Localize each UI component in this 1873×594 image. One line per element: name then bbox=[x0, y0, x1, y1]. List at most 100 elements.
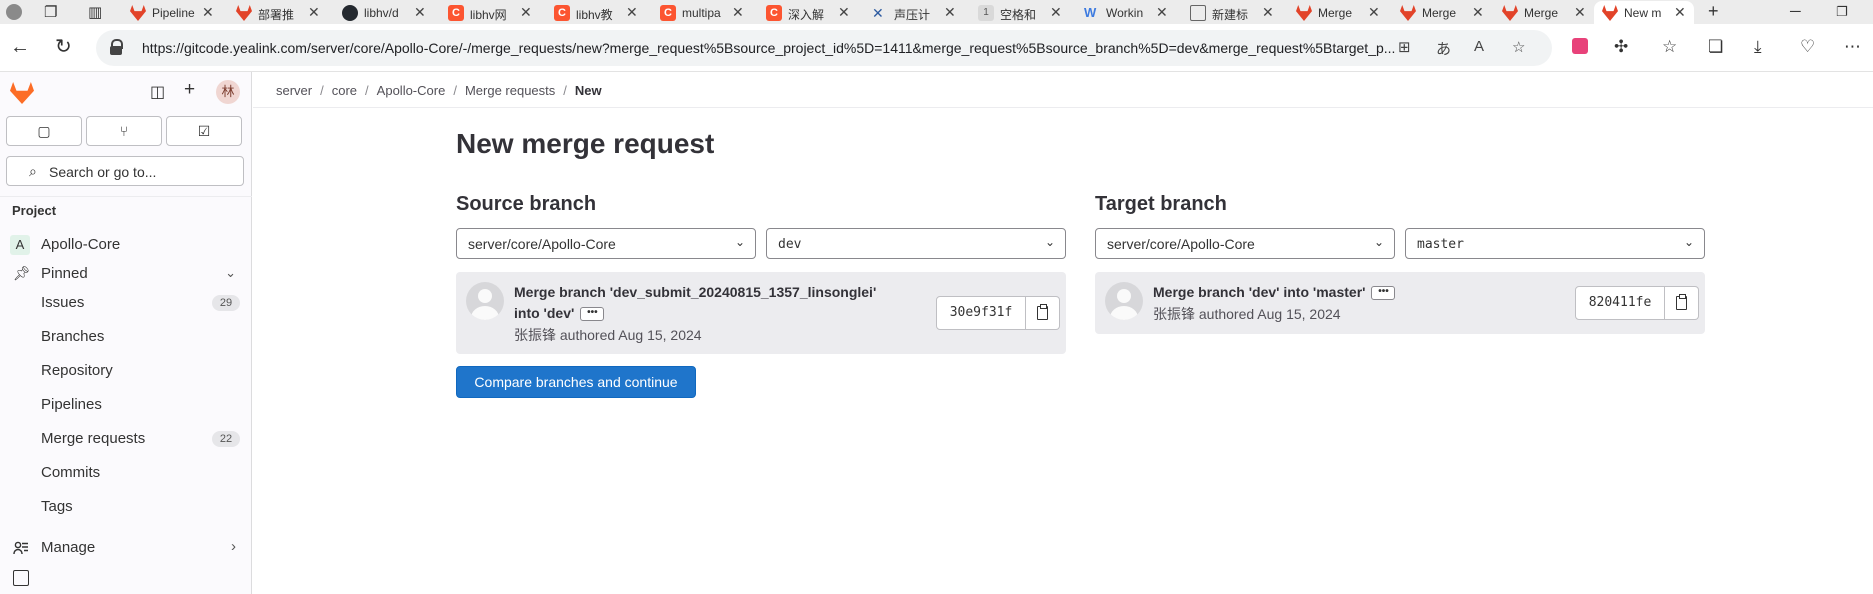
search-input[interactable]: ⌕ Search or go to... bbox=[6, 156, 244, 186]
close-tab-icon[interactable]: ✕ bbox=[1472, 4, 1484, 21]
merge-requests-button[interactable]: ⑂ bbox=[86, 116, 162, 146]
browser-tab[interactable]: Merge ✕ bbox=[1400, 1, 1500, 24]
back-arrow-icon[interactable]: ← bbox=[10, 36, 30, 58]
expand-commit-ellipsis-button[interactable]: ••• bbox=[580, 307, 605, 322]
browser-tab[interactable]: Merge ✕ bbox=[1296, 1, 1396, 24]
commit-sha[interactable]: 820411fe bbox=[1575, 286, 1665, 320]
sidebar-item-issues[interactable]: Issues 29 bbox=[0, 288, 252, 318]
sidebar-item-manage[interactable]: Manage › bbox=[0, 533, 252, 563]
close-tab-icon[interactable]: ✕ bbox=[1368, 4, 1380, 21]
new-tab-plus-icon[interactable]: + bbox=[1708, 1, 1719, 22]
favorite-star-icon[interactable]: ☆ bbox=[1512, 38, 1525, 56]
close-tab-icon[interactable]: ✕ bbox=[520, 4, 532, 21]
close-tab-icon[interactable]: ✕ bbox=[1262, 4, 1274, 21]
count-badge: 22 bbox=[212, 431, 240, 447]
page-title: New merge request bbox=[456, 128, 715, 159]
close-tab-icon[interactable]: ✕ bbox=[414, 4, 426, 21]
create-new-plus-icon[interactable]: + bbox=[184, 79, 195, 101]
close-tab-icon[interactable]: ✕ bbox=[838, 4, 850, 21]
settings-more-icon[interactable]: ⋯ bbox=[1844, 37, 1861, 57]
browser-tab[interactable]: C libhv教 ✕ bbox=[554, 1, 654, 24]
sidebar-item-truncated[interactable] bbox=[0, 564, 252, 594]
sidebar-item-repository[interactable]: Repository bbox=[0, 356, 252, 386]
sidebar-item-label: Issues bbox=[41, 294, 85, 311]
close-tab-icon[interactable]: ✕ bbox=[1574, 4, 1586, 21]
profile-icon[interactable] bbox=[6, 4, 22, 20]
todo-list-button[interactable]: ☑ bbox=[166, 116, 242, 146]
browser-tab[interactable]: C 深入解 ✕ bbox=[766, 1, 866, 24]
browser-tab[interactable]: 1 空格和 ✕ bbox=[978, 1, 1078, 24]
sidebar-item-tags[interactable]: Tags bbox=[0, 492, 252, 522]
search-icon: ⌕ bbox=[29, 163, 37, 179]
expand-commit-ellipsis-button[interactable]: ••• bbox=[1371, 286, 1396, 301]
browser-tab[interactable]: Merge ✕ bbox=[1502, 1, 1602, 24]
close-tab-icon[interactable]: ✕ bbox=[732, 4, 744, 21]
url-field[interactable]: https://gitcode.yealink.com/server/core/… bbox=[96, 30, 1552, 66]
gitlab-logo-icon[interactable] bbox=[10, 82, 34, 104]
sidebar-project-link[interactable]: A Apollo-Core bbox=[0, 230, 252, 260]
sidebar-pinned-section[interactable]: 📌︎ Pinned ⌄ bbox=[0, 259, 252, 289]
compare-branches-button[interactable]: Compare branches and continue bbox=[456, 366, 696, 398]
commit-sha[interactable]: 30e9f31f bbox=[936, 296, 1026, 330]
close-tab-icon[interactable]: ✕ bbox=[944, 4, 956, 21]
target-project-dropdown[interactable]: server/core/Apollo-Core ⌄ bbox=[1095, 228, 1395, 259]
source-branch-dropdown[interactable]: dev ⌄ bbox=[766, 228, 1066, 259]
chevron-down-icon: ⌄ bbox=[1683, 235, 1694, 249]
close-tab-icon[interactable]: ✕ bbox=[626, 4, 638, 21]
assigned-issues-button[interactable]: ▢ bbox=[6, 116, 82, 146]
collections-icon[interactable]: ❏ bbox=[1708, 37, 1723, 57]
collapse-sidebar-icon[interactable]: ◫ bbox=[150, 82, 165, 102]
todo-check-icon: ☑ bbox=[197, 123, 211, 139]
app-available-icon[interactable]: ⊞ bbox=[1398, 38, 1411, 56]
browser-tab[interactable]: libhv/d ✕ bbox=[342, 1, 442, 24]
commit-title[interactable]: Merge branch 'dev' into 'master' ••• bbox=[1153, 282, 1396, 303]
breadcrumb-link[interactable]: Merge requests bbox=[465, 83, 555, 98]
sidebar-item-pipelines[interactable]: Pipelines bbox=[0, 390, 252, 420]
close-tab-icon[interactable]: ✕ bbox=[1050, 4, 1062, 21]
breadcrumb-link[interactable]: core bbox=[332, 83, 357, 98]
read-aloud-icon[interactable]: A bbox=[1474, 38, 1484, 55]
source-project-dropdown[interactable]: server/core/Apollo-Core ⌄ bbox=[456, 228, 756, 259]
browser-tab[interactable]: W Workin ✕ bbox=[1084, 1, 1184, 24]
close-tab-icon[interactable]: ✕ bbox=[202, 4, 214, 21]
browser-tab[interactable]: 部署推 ✕ bbox=[236, 1, 336, 24]
gitlab-favicon-icon bbox=[1400, 5, 1416, 21]
chevron-down-icon: ⌄ bbox=[1373, 235, 1384, 249]
breadcrumb-link[interactable]: server bbox=[276, 83, 312, 98]
copy-sha-button[interactable] bbox=[1665, 286, 1699, 320]
copy-sha-button[interactable] bbox=[1026, 296, 1060, 330]
close-tab-icon[interactable]: ✕ bbox=[1156, 4, 1168, 21]
gitlab-favicon-icon bbox=[1602, 5, 1618, 21]
restore-window-icon[interactable]: ❐ bbox=[1836, 4, 1848, 20]
author-avatar[interactable] bbox=[466, 282, 504, 320]
translate-icon[interactable]: あ bbox=[1436, 38, 1451, 59]
extensions-puzzle-icon[interactable]: ✣ bbox=[1614, 37, 1628, 57]
favorites-icon[interactable]: ☆ bbox=[1662, 37, 1677, 57]
downloads-icon[interactable]: ⤓ bbox=[1754, 37, 1762, 57]
close-tab-icon[interactable]: ✕ bbox=[308, 4, 320, 21]
breadcrumb: server / core / Apollo-Core / Merge requests / N… bbox=[276, 83, 602, 98]
minimize-window-icon[interactable]: ─ bbox=[1790, 3, 1801, 20]
browser-tab[interactable]: ✕ 声压计 ✕ bbox=[872, 1, 972, 24]
commit-author[interactable]: 张振锋 bbox=[514, 327, 556, 343]
workspaces-icon[interactable]: ❐ bbox=[44, 3, 57, 21]
target-branch-dropdown[interactable]: master ⌄ bbox=[1405, 228, 1705, 259]
user-avatar[interactable]: 林 bbox=[216, 80, 240, 104]
vertical-tabs-icon[interactable]: ▥ bbox=[88, 3, 102, 21]
commit-title[interactable]: Merge branch 'dev_submit_20240815_1357_l… bbox=[514, 282, 876, 324]
browser-essentials-icon[interactable]: ♡ bbox=[1800, 37, 1815, 57]
sidebar-item-merge-requests[interactable]: Merge requests 22 bbox=[0, 424, 252, 454]
breadcrumb-link[interactable]: Apollo-Core bbox=[377, 83, 446, 98]
browser-tab[interactable]: Pipeline ✕ bbox=[130, 1, 230, 24]
close-tab-icon[interactable]: ✕ bbox=[1674, 4, 1686, 21]
sidebar-item-commits[interactable]: Commits bbox=[0, 458, 252, 488]
sidebar-item-branches[interactable]: Branches bbox=[0, 322, 252, 352]
reload-icon[interactable]: ↻ bbox=[55, 36, 72, 58]
commit-author[interactable]: 张振锋 bbox=[1153, 306, 1195, 322]
browser-tab[interactable]: C multipa ✕ bbox=[660, 1, 760, 24]
extension-icon[interactable] bbox=[1572, 38, 1588, 54]
browser-tab-active[interactable]: New m ✕ bbox=[1594, 1, 1694, 24]
browser-tab[interactable]: C libhv网 ✕ bbox=[448, 1, 548, 24]
author-avatar[interactable] bbox=[1105, 282, 1143, 320]
browser-tab[interactable]: 新建标 ✕ bbox=[1190, 1, 1290, 24]
